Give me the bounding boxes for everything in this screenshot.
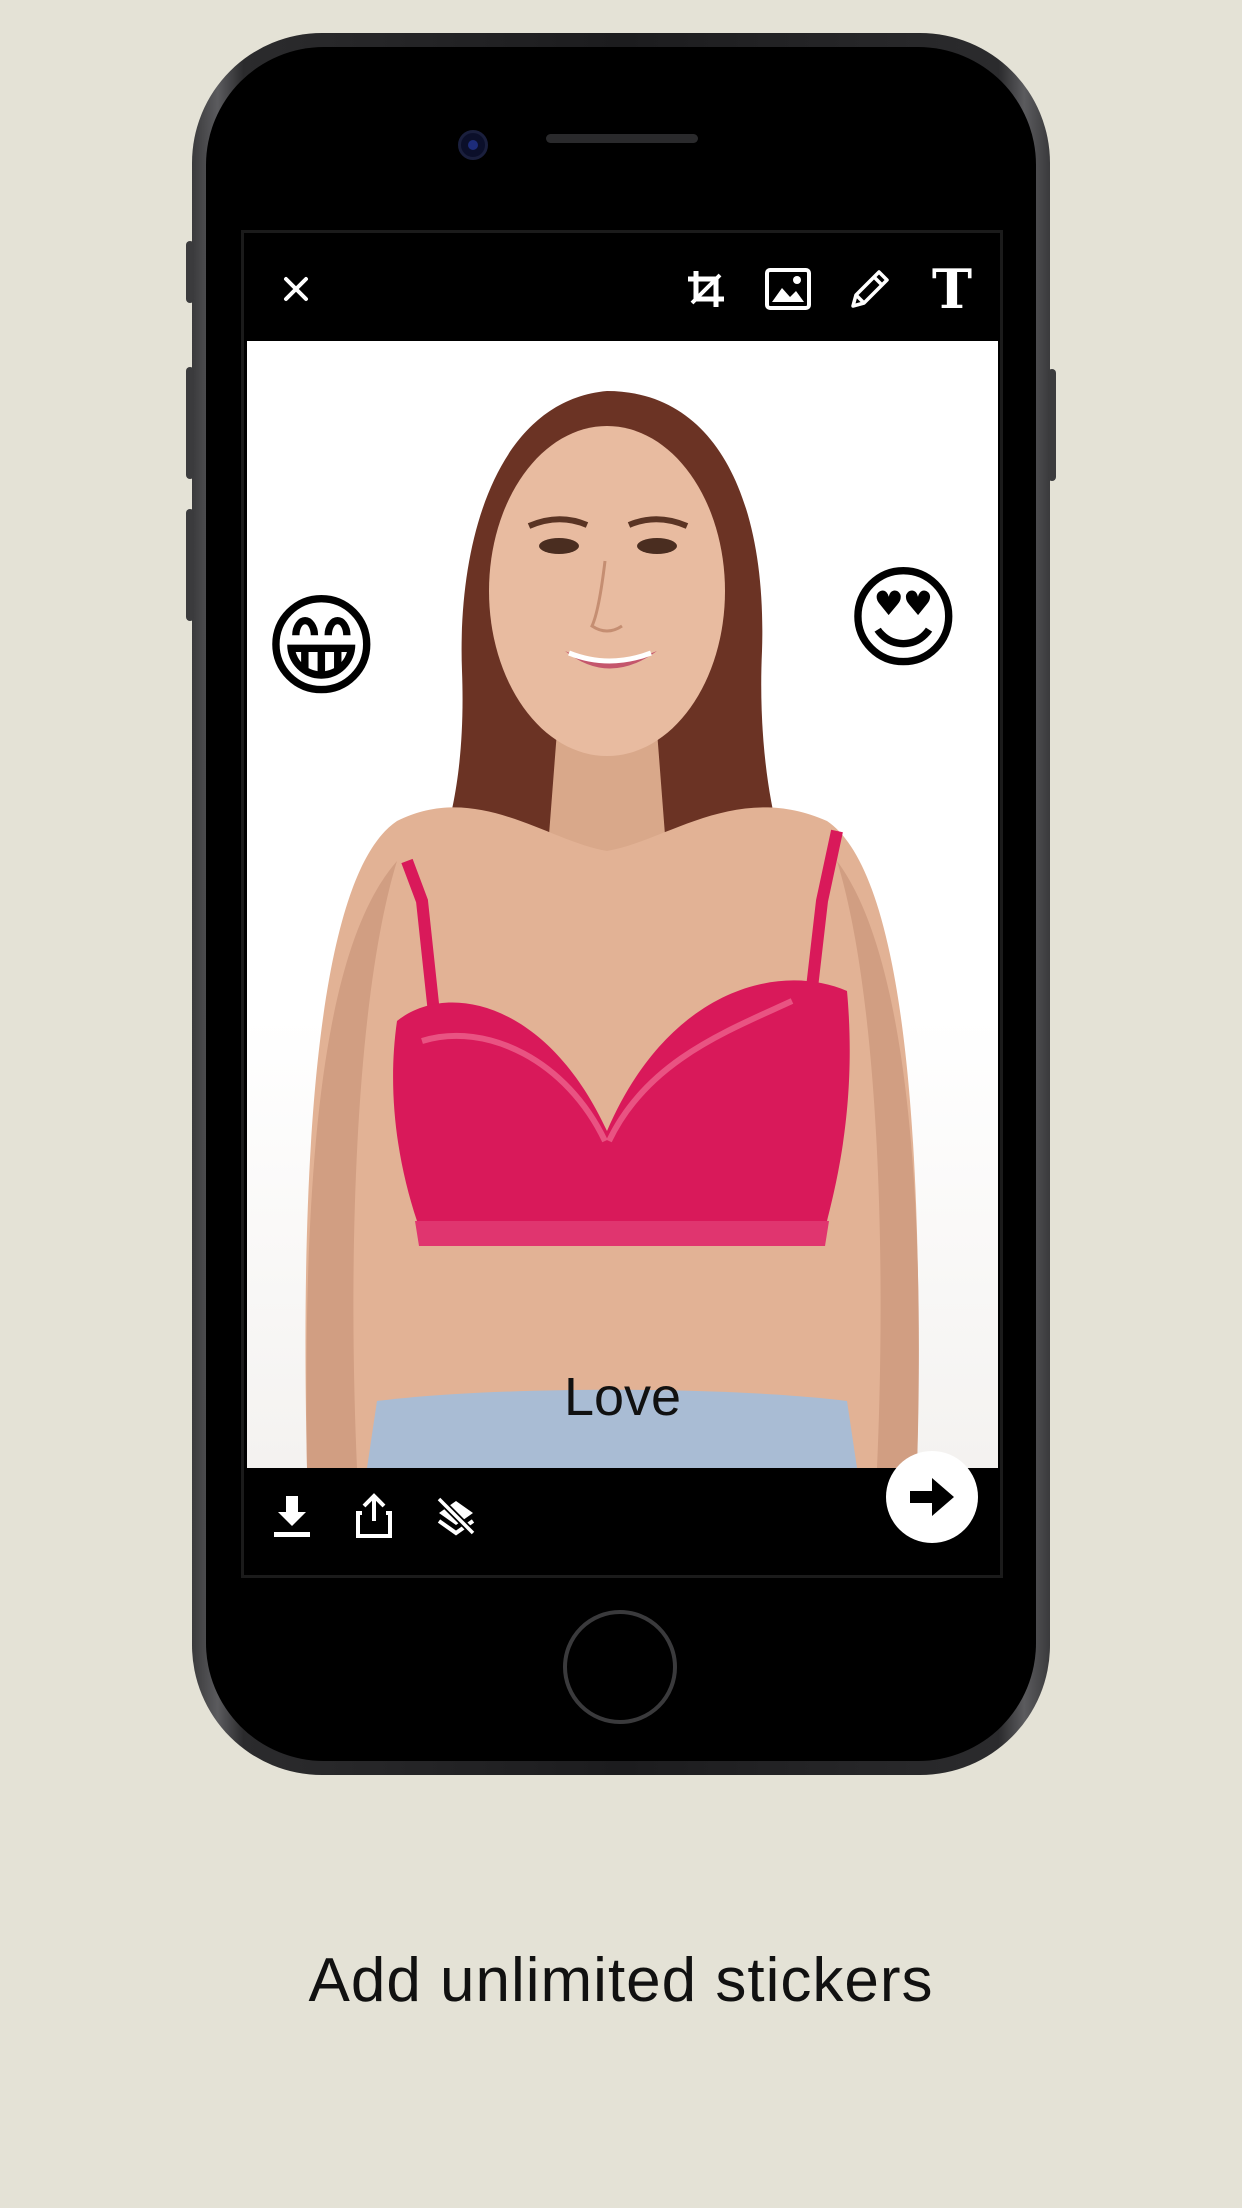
download-icon <box>274 1496 310 1537</box>
power-button <box>1048 369 1056 481</box>
feature-caption: Add unlimited stickers <box>308 1946 934 2015</box>
earpiece-speaker <box>546 134 698 143</box>
grinning-sticker[interactable]: 😁 <box>263 591 380 703</box>
share-icon <box>356 1493 392 1538</box>
text-button[interactable]: T <box>928 257 976 321</box>
clear-layers-button[interactable] <box>434 1492 478 1540</box>
share-button[interactable] <box>352 1492 396 1540</box>
image-button[interactable] <box>764 265 812 313</box>
text-icon: T <box>931 257 973 321</box>
arrow-right-icon <box>910 1478 954 1516</box>
silent-switch <box>186 241 194 303</box>
photo-canvas[interactable]: 😁 😍 Love <box>247 341 998 1468</box>
overlay-text[interactable]: Love <box>247 1366 998 1428</box>
close-button[interactable] <box>272 265 320 313</box>
model-photo <box>305 391 919 1468</box>
image-icon <box>765 268 811 310</box>
layers-off-icon <box>436 1496 476 1536</box>
editor-toolbar: T <box>244 233 1000 341</box>
crop-icon <box>688 271 724 307</box>
draw-button[interactable] <box>846 265 894 313</box>
heart-eyes-sticker[interactable]: 😍 <box>845 563 962 675</box>
front-camera <box>458 130 488 160</box>
editor-screen: T 😁 😍 Love <box>241 230 1003 1578</box>
volume-up-button <box>186 367 194 479</box>
next-button[interactable] <box>886 1451 978 1543</box>
volume-down-button <box>186 509 194 621</box>
home-button[interactable] <box>563 1610 677 1724</box>
pencil-icon <box>851 270 889 308</box>
crop-button[interactable] <box>682 265 730 313</box>
close-icon <box>284 277 308 301</box>
download-button[interactable] <box>270 1492 314 1540</box>
